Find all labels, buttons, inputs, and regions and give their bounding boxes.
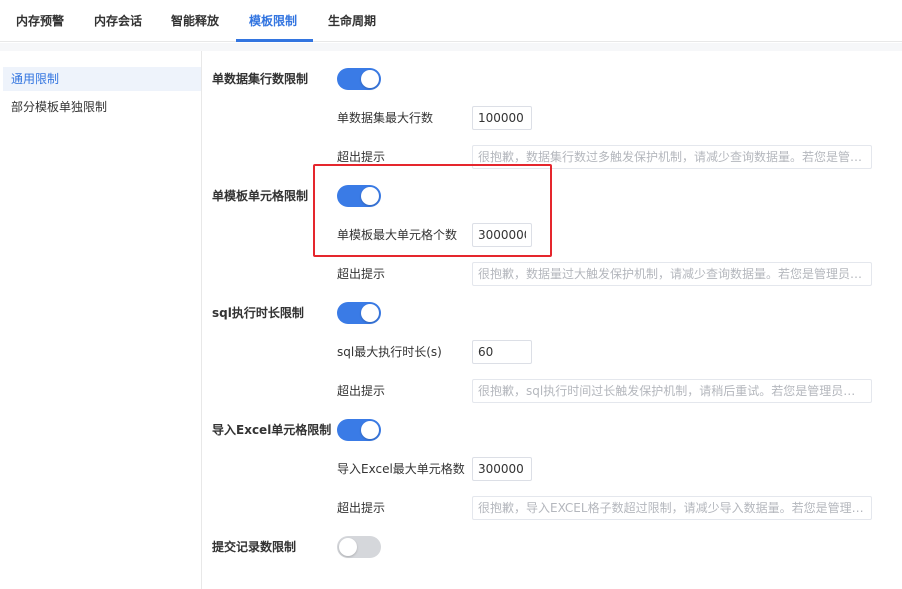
toggle-knob — [361, 421, 379, 439]
excel-max-cells-label: 导入Excel最大单元格数 — [337, 462, 465, 476]
toggle-knob — [361, 304, 379, 322]
active-tab-indicator — [236, 39, 313, 42]
content-divider — [0, 43, 902, 51]
toggle-excel-import[interactable] — [337, 419, 381, 441]
tab-lifecycle[interactable]: 生命周期 — [328, 0, 376, 42]
section-label-sql-duration: sql执行时长限制 — [212, 306, 304, 320]
sql-tip-input[interactable]: 很抱歉，sql执行时间过长触发保护机制，请稍后重试。若您是管理员，… — [472, 379, 872, 403]
toggle-template-cells[interactable] — [337, 185, 381, 207]
tab-smart-release[interactable]: 智能释放 — [171, 0, 219, 42]
sql-max-duration-input[interactable] — [472, 340, 532, 364]
section-label-submit-records: 提交记录数限制 — [212, 540, 297, 554]
toggle-sql-duration[interactable] — [337, 302, 381, 324]
tab-template-limit[interactable]: 模板限制 — [249, 0, 297, 42]
sql-tip-label: 超出提示 — [337, 384, 386, 398]
tab-memory-session[interactable]: 内存会话 — [94, 0, 142, 42]
toggle-dataset-rows[interactable] — [337, 68, 381, 90]
toggle-knob — [361, 70, 379, 88]
template-tip-input[interactable]: 很抱歉，数据量过大触发保护机制，请减少查询数据量。若您是管理员… — [472, 262, 872, 286]
dataset-max-rows-input[interactable] — [472, 106, 532, 130]
section-label-template-cells: 单模板单元格限制 — [212, 189, 309, 203]
sidebar-item-general-limit[interactable]: 通用限制 — [3, 67, 201, 91]
settings-panel: 单数据集行数限制 单数据集最大行数 超出提示 很抱歉，数据集行数过多触发保护机制… — [202, 51, 902, 589]
toggle-submit-records[interactable] — [337, 536, 381, 558]
sql-max-duration-label: sql最大执行时长(s) — [337, 345, 442, 359]
section-label-excel-import: 导入Excel单元格限制 — [212, 423, 332, 437]
template-tip-label: 超出提示 — [337, 267, 386, 281]
template-max-cells-label: 单模板最大单元格个数 — [337, 228, 458, 242]
excel-tip-input[interactable]: 很抱歉，导入EXCEL格子数超过限制，请减少导入数据量。若您是管理… — [472, 496, 872, 520]
tab-memory-warning[interactable]: 内存预警 — [16, 0, 64, 42]
toggle-knob — [339, 538, 357, 556]
sidebar-item-template-specific-limit[interactable]: 部分模板单独限制 — [3, 95, 201, 119]
excel-tip-label: 超出提示 — [337, 501, 386, 515]
dataset-max-rows-label: 单数据集最大行数 — [337, 111, 434, 125]
excel-max-cells-input[interactable] — [472, 457, 532, 481]
dataset-tip-input[interactable]: 很抱歉，数据集行数过多触发保护机制，请减少查询数据量。若您是管… — [472, 145, 872, 169]
template-max-cells-input[interactable] — [472, 223, 532, 247]
dataset-tip-label: 超出提示 — [337, 150, 386, 164]
toggle-knob — [361, 187, 379, 205]
tab-bar: 内存预警 内存会话 智能释放 模板限制 生命周期 — [0, 0, 902, 42]
sidebar: 通用限制 部分模板单独限制 — [0, 51, 202, 589]
section-label-dataset-rows: 单数据集行数限制 — [212, 72, 309, 86]
